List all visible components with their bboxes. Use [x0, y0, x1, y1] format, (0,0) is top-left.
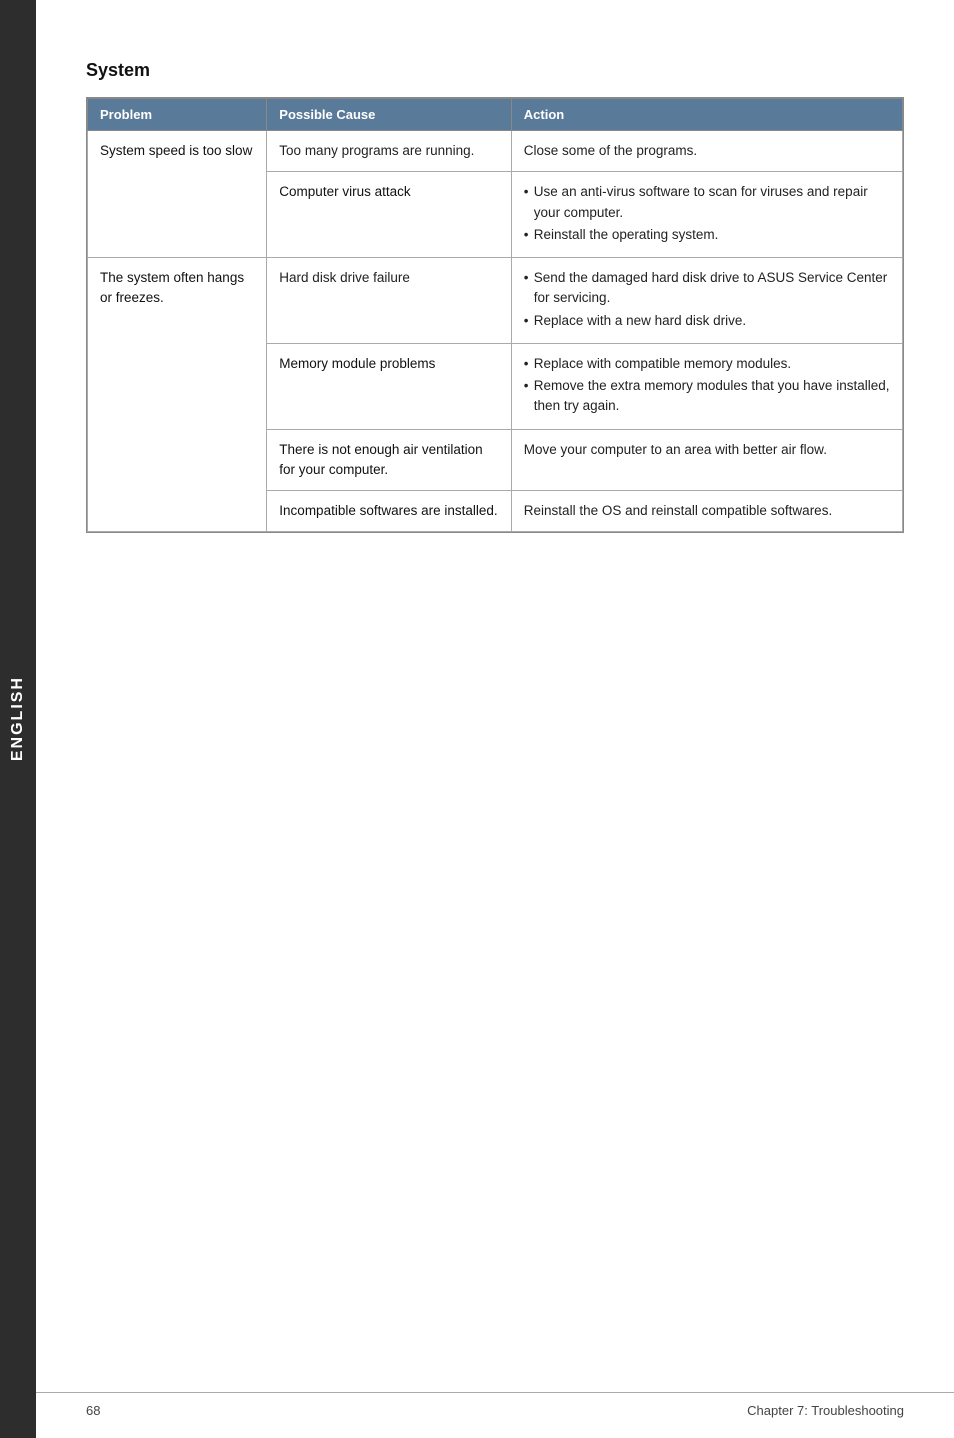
table-header: Problem Possible Cause Action — [88, 99, 903, 131]
cause-cell-3: Hard disk drive failure — [267, 258, 512, 344]
problem-cell-1: System speed is too slow — [88, 131, 267, 258]
chapter-label: Chapter 7: Troubleshooting — [747, 1403, 904, 1418]
table-body: System speed is too slow Too many progra… — [88, 131, 903, 532]
bullet-item: Remove the extra memory modules that you… — [524, 376, 890, 417]
main-content: System Problem Possible Cause Action Sys… — [36, 0, 954, 613]
cause-cell-6: Incompatible softwares are installed. — [267, 491, 512, 532]
action-cell-2: Use an anti-virus software to scan for v… — [511, 172, 902, 258]
page-number: 68 — [86, 1403, 100, 1418]
action-cell-3: Send the damaged hard disk drive to ASUS… — [511, 258, 902, 344]
bullet-item: Replace with a new hard disk drive. — [524, 311, 890, 331]
table-row: The system often hangs or freezes. Hard … — [88, 258, 903, 344]
cause-cell-1: Too many programs are running. — [267, 131, 512, 172]
cause-cell-4: Memory module problems — [267, 343, 512, 429]
problem-cell-2: The system often hangs or freezes. — [88, 258, 267, 532]
cause-cell-5: There is not enough air ventilation for … — [267, 429, 512, 491]
sidebar: ENGLISH — [0, 0, 36, 1438]
action-bullet-list: Replace with compatible memory modules. … — [524, 354, 890, 417]
action-bullet-list: Send the damaged hard disk drive to ASUS… — [524, 268, 890, 331]
bullet-item: Send the damaged hard disk drive to ASUS… — [524, 268, 890, 309]
header-problem: Problem — [88, 99, 267, 131]
bullet-item: Reinstall the operating system. — [524, 225, 890, 245]
troubleshooting-table: Problem Possible Cause Action System spe… — [87, 98, 903, 532]
action-cell-1: Close some of the programs. — [511, 131, 902, 172]
table-row: System speed is too slow Too many progra… — [88, 131, 903, 172]
table-wrapper: Problem Possible Cause Action System spe… — [86, 97, 904, 533]
bullet-item: Replace with compatible memory modules. — [524, 354, 890, 374]
action-cell-4: Replace with compatible memory modules. … — [511, 343, 902, 429]
section-title: System — [86, 60, 904, 81]
header-action: Action — [511, 99, 902, 131]
cause-cell-2: Computer virus attack — [267, 172, 512, 258]
bullet-item: Use an anti-virus software to scan for v… — [524, 182, 890, 223]
action-cell-5: Move your computer to an area with bette… — [511, 429, 902, 491]
action-bullet-list: Use an anti-virus software to scan for v… — [524, 182, 890, 245]
header-possible-cause: Possible Cause — [267, 99, 512, 131]
sidebar-label: ENGLISH — [9, 676, 27, 761]
footer: 68 Chapter 7: Troubleshooting — [36, 1392, 954, 1418]
action-cell-6: Reinstall the OS and reinstall compatibl… — [511, 491, 902, 532]
